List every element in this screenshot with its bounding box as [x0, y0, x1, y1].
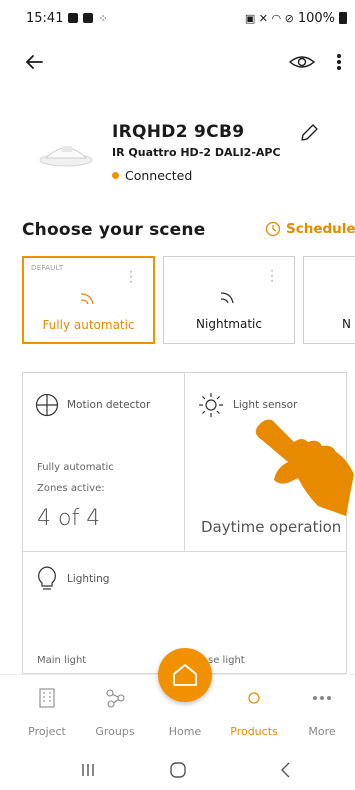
nav-item-products[interactable]: Products: [219, 675, 289, 745]
signal-icons: ▣ ✕ ◠ ⊘: [244, 11, 294, 25]
motion-tile-header[interactable]: Motion detector: [35, 393, 150, 417]
schedule-label: Schedule: [286, 221, 355, 237]
nav-label: Groups: [95, 725, 135, 738]
lighting-title: Lighting: [67, 573, 110, 585]
schedule-button[interactable]: Schedule: [265, 221, 355, 237]
pointer-hand-icon: [255, 419, 354, 516]
back-system-icon[interactable]: [276, 760, 296, 780]
scene-label: Fully automatic: [42, 318, 135, 332]
status-left: 15:41 ⁘: [26, 10, 108, 26]
back-arrow-icon[interactable]: [22, 50, 46, 74]
app-bar: [0, 40, 355, 88]
edit-pencil-icon[interactable]: [298, 122, 320, 144]
status-text: Connected: [125, 168, 193, 183]
home-fab-button[interactable]: [158, 648, 212, 702]
nav-item-project[interactable]: Project: [12, 675, 82, 745]
status-right: ▣ ✕ ◠ ⊘ 100%: [245, 11, 347, 26]
building-icon: [39, 688, 55, 708]
nav-label: Products: [230, 725, 278, 738]
status-time: 15:41: [26, 10, 64, 26]
device-status: Connected: [112, 168, 192, 183]
status-bar: 15:41 ⁘ ▣ ✕ ◠ ⊘ 100%: [0, 0, 355, 36]
sun-icon: [199, 393, 223, 417]
scene-section-title: Choose your scene: [22, 220, 206, 240]
scene-menu-icon[interactable]: · · ·: [129, 266, 133, 288]
scene-label: N: [342, 317, 351, 331]
products-icon: [248, 692, 260, 704]
system-navigation-bar: [0, 748, 355, 790]
clock-icon: [265, 221, 281, 237]
more-icon: [313, 696, 331, 700]
device-header: IRQHD2 9CB9 IR Quattro HD-2 DALI2-APC Co…: [0, 110, 355, 190]
nav-label: Project: [28, 725, 66, 738]
scene-wave-icon: [220, 292, 234, 304]
battery-icon: [339, 12, 347, 24]
gallery-notification-icon: [68, 13, 79, 23]
home-icon: [173, 664, 197, 686]
device-name: IRQHD2 9CB9: [112, 122, 245, 142]
nav-item-groups[interactable]: Groups: [80, 675, 150, 745]
motion-detector-icon: [35, 393, 59, 417]
motion-mode: Fully automatic: [37, 462, 114, 473]
recent-apps-icon[interactable]: [78, 760, 98, 780]
light-sensor-title: Light sensor: [233, 399, 298, 411]
check-notification-icon: [83, 13, 94, 23]
scene-label: Nightmatic: [196, 317, 262, 331]
nav-item-more[interactable]: More: [287, 675, 355, 745]
nav-label: More: [308, 725, 336, 738]
scene-menu-icon[interactable]: · · ·: [270, 265, 274, 287]
tile-divider-horizontal: [23, 551, 346, 552]
tile-divider-vertical: [184, 373, 185, 551]
zones-label: Zones active:: [37, 483, 105, 494]
scene-default-tag: DEFAULT: [31, 264, 64, 272]
motion-title: Motion detector: [67, 399, 151, 411]
home-system-icon[interactable]: [168, 760, 188, 780]
nav-label: Home: [168, 725, 202, 738]
apps-notification-icon: ⁘: [98, 11, 107, 25]
eye-icon[interactable]: [288, 50, 316, 74]
scene-wave-icon: [80, 293, 94, 305]
groups-icon: [106, 689, 125, 708]
base-light-label: se light: [208, 655, 245, 666]
lightbulb-icon: [38, 566, 56, 590]
scene-card-fully-automatic[interactable]: DEFAULT · · · Fully automatic: [22, 256, 155, 344]
lighting-tile-header[interactable]: Lighting: [35, 565, 109, 593]
device-model: IR Quattro HD-2 DALI2-APC: [112, 146, 281, 159]
status-dot: [112, 172, 119, 179]
more-vertical-icon[interactable]: [332, 50, 346, 74]
scene-card-nightmatic[interactable]: · · · Nightmatic: [163, 256, 295, 344]
zones-value: 4 of 4: [37, 506, 101, 531]
main-light-label: Main light: [37, 655, 87, 666]
device-image: [39, 146, 93, 167]
battery-level: 100%: [297, 10, 335, 26]
scene-card-next[interactable]: N: [303, 256, 355, 344]
